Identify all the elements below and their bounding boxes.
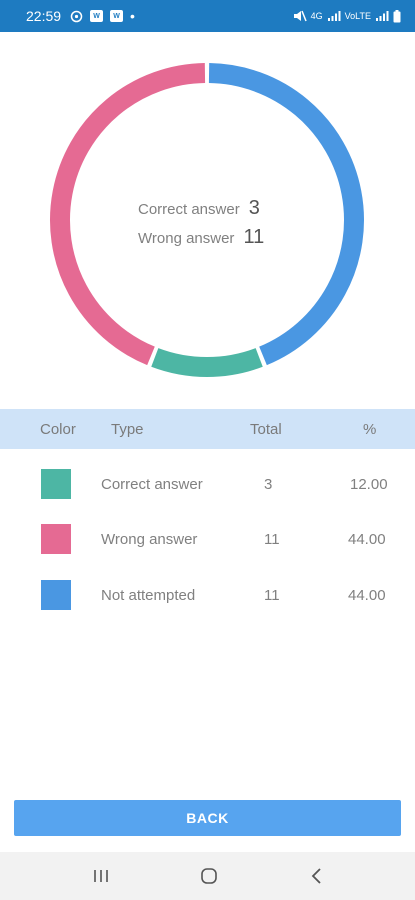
dot-icon: • (130, 8, 135, 24)
row-percent: 44.00 (348, 587, 386, 604)
header-type: Type (111, 421, 144, 438)
row-percent: 12.00 (350, 476, 388, 493)
mute-icon (293, 10, 307, 22)
row-type: Correct answer (101, 476, 203, 493)
wifi-signal-icon: 4G (310, 11, 323, 21)
system-nav-bar (0, 852, 415, 900)
summary-wrong-label: Wrong answer (138, 230, 235, 247)
table-header: Color Type Total % (0, 409, 415, 449)
header-color: Color (40, 421, 76, 438)
header-percent: % (363, 421, 377, 438)
row-total: 11 (264, 531, 280, 548)
summary-wrong-row: Wrong answer 11 (138, 226, 264, 249)
table-row: Correct answer 3 12.00 (0, 469, 415, 499)
app-notification-icon: W (90, 10, 104, 22)
summary-correct-value: 3 (248, 197, 260, 219)
row-percent: 44.00 (348, 531, 386, 548)
row-total: 3 (264, 476, 273, 493)
back-icon[interactable] (305, 864, 329, 888)
results-donut-chart: Correct answer 3 Wrong answer 11 (0, 40, 415, 400)
home-icon[interactable] (197, 864, 221, 888)
color-swatch (41, 524, 71, 554)
row-total: 11 (264, 587, 280, 604)
back-button[interactable]: BACK (14, 800, 401, 836)
status-bar-right: 4G VoLTE (293, 9, 401, 23)
signal-icon (327, 10, 341, 22)
summary-correct-row: Correct answer 3 (138, 197, 260, 220)
signal-icon (375, 10, 389, 22)
table-row: Not attempted 11 44.00 (0, 580, 415, 610)
summary-correct-label: Correct answer (138, 201, 240, 218)
app-notification-icon: W (110, 10, 124, 22)
status-bar: 22:59 W W • 4G VoLTE (0, 0, 415, 32)
table-row: Wrong answer 11 44.00 (0, 524, 415, 554)
header-total: Total (250, 421, 282, 438)
status-bar-left: 22:59 W W • (26, 8, 135, 24)
summary-wrong-value: 11 (243, 226, 265, 248)
status-time: 22:59 (26, 8, 62, 24)
volte-icon: VoLTE (344, 11, 371, 21)
color-swatch (41, 469, 71, 499)
battery-icon (393, 9, 401, 23)
color-swatch (41, 580, 71, 610)
donut-chart-svg (50, 63, 364, 377)
recent-apps-icon[interactable] (89, 864, 113, 888)
donut-slice-correct-answer (151, 347, 263, 377)
row-type: Wrong answer (101, 531, 198, 548)
sync-icon (70, 10, 83, 23)
row-type: Not attempted (101, 587, 196, 604)
